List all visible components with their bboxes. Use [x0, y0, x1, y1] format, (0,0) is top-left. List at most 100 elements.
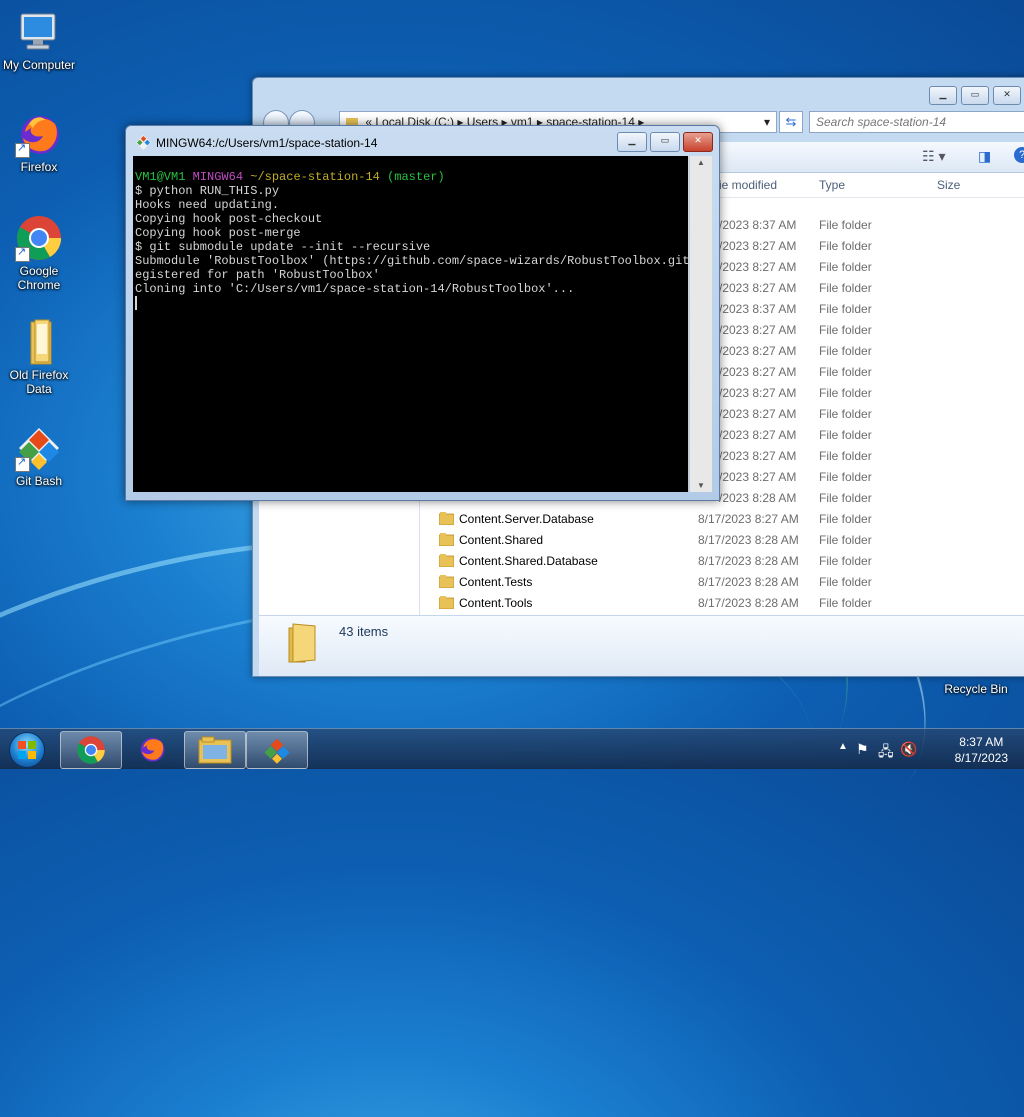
firefox-icon — [140, 737, 165, 762]
terminal-window[interactable]: MINGW64:/c/Users/vm1/space-station-14 ▁ … — [125, 125, 720, 501]
table-row[interactable]: Content.Tests 8/17/2023 8:28 AM File folde… — [419, 572, 1024, 593]
terminal-line: Submodule 'RobustToolbox' (https://githu… — [135, 254, 712, 268]
folder-icon — [15, 318, 63, 366]
folder-icon — [198, 736, 232, 764]
git-bash-icon — [264, 738, 290, 764]
close-button[interactable]: ✕ — [993, 86, 1021, 105]
minimize-button[interactable]: ▁ — [617, 132, 647, 152]
file-date: /2023 8:27 AM — [719, 260, 797, 274]
file-date: /2023 8:27 AM — [719, 365, 797, 379]
start-button[interactable] — [4, 729, 50, 769]
computer-icon — [15, 8, 63, 56]
preview-pane-icon[interactable]: ◨ — [978, 148, 991, 165]
desktop-icon-label: Google Chrome — [17, 264, 61, 292]
file-name: Content.Shared — [459, 533, 544, 547]
terminal-line: egistered for path 'RobustToolbox' — [135, 268, 380, 282]
column-header-type[interactable]: Type — [819, 178, 845, 192]
terminal-output[interactable]: VM1@VM1 MINGW64 ~/space-station-14 (mast… — [133, 156, 712, 492]
taskbar-firefox-button[interactable] — [122, 731, 182, 767]
status-bar: 43 items — [259, 615, 1024, 676]
view-options-icon[interactable]: ☷ ▾ — [922, 148, 945, 165]
help-icon[interactable]: ? — [1014, 147, 1024, 163]
terminal-line: Copying hook post-merge — [135, 226, 301, 240]
file-date: /2023 8:27 AM — [719, 281, 797, 295]
file-type: File folder — [819, 491, 872, 505]
file-type: File folder — [819, 449, 872, 463]
desktop-icon-my-computer[interactable]: My Computer — [1, 8, 77, 72]
window-title: MINGW64:/c/Users/vm1/space-station-14 — [156, 136, 378, 150]
desktop-icon-label: Firefox — [20, 160, 58, 174]
table-row[interactable]: Content.Server.Database 8/17/2023 8:27 AM… — [419, 509, 1024, 530]
table-row[interactable]: Content.Shared.Database 8/17/2023 8:28 AM… — [419, 551, 1024, 572]
file-name: Content.Shared.Database — [459, 554, 598, 568]
desktop-icon-old-firefox-data[interactable]: Old Firefox Data — [1, 318, 77, 396]
file-date: 8/17/2023 8:28 AM — [698, 575, 799, 589]
file-date: 8/17/2023 8:27 AM — [698, 512, 799, 526]
scroll-up-icon[interactable]: ▲ — [690, 158, 712, 167]
folder-icon — [438, 512, 455, 526]
terminal-line: $ git submodule update --init --recursiv… — [135, 240, 431, 254]
desktop-icon-firefox[interactable]: Firefox — [1, 110, 77, 174]
refresh-icon[interactable]: ⇆ — [779, 111, 803, 133]
windows-logo-icon — [9, 732, 45, 768]
file-type: File folder — [819, 596, 872, 610]
taskbar-git-bash-button[interactable] — [246, 731, 308, 769]
file-type: File folder — [819, 260, 872, 274]
file-date: 8/17/2023 8:28 AM — [698, 596, 799, 610]
file-type: File folder — [819, 554, 872, 568]
file-date: /2023 8:27 AM — [719, 407, 797, 421]
desktop-icon-git-bash[interactable]: Git Bash — [1, 424, 77, 488]
file-name: Content.Server.Database — [459, 512, 594, 526]
desktop-icon-label: Git Bash — [15, 474, 63, 488]
file-date: /2023 8:28 AM — [719, 491, 797, 505]
clock[interactable]: 8:37 AM 8/17/2023 — [955, 734, 1008, 766]
column-header-date[interactable]: ie modified — [719, 178, 777, 192]
show-hidden-icons-icon[interactable]: ▲ — [838, 741, 848, 752]
file-type: File folder — [819, 239, 872, 253]
desktop-icon-label: Recycle Bin — [944, 682, 1008, 696]
volume-muted-icon[interactable]: 🔇 — [900, 741, 917, 758]
maximize-button[interactable]: ▭ — [961, 86, 989, 105]
file-type: File folder — [819, 533, 872, 547]
table-row[interactable]: Content.Tools 8/17/2023 8:28 AM File folde… — [419, 593, 1024, 614]
table-row[interactable]: Content.Shared 8/17/2023 8:28 AM File fold… — [419, 530, 1024, 551]
firefox-icon — [15, 110, 63, 158]
file-date: /2023 8:27 AM — [719, 239, 797, 253]
desktop-icon-label: Old Firefox Data — [9, 368, 69, 396]
close-button[interactable]: ✕ — [683, 132, 713, 152]
git-bash-icon — [15, 424, 63, 472]
taskbar-explorer-button[interactable] — [184, 731, 246, 769]
taskbar-chrome-button[interactable] — [60, 731, 122, 769]
scroll-down-icon[interactable]: ▼ — [690, 481, 712, 490]
clock-date: 8/17/2023 — [954, 751, 1008, 765]
clock-time: 8:37 AM — [959, 735, 1004, 749]
terminal-line: Hooks need updating. — [135, 198, 280, 212]
minimize-button[interactable]: ▁ — [929, 86, 957, 105]
maximize-button[interactable]: ▭ — [650, 132, 680, 152]
folder-icon — [438, 533, 455, 547]
network-icon[interactable]: 🖧 — [878, 741, 894, 765]
shortcut-arrow-icon — [15, 455, 30, 472]
shortcut-arrow-icon — [15, 245, 30, 262]
file-date: /2023 8:27 AM — [719, 344, 797, 358]
chrome-icon — [15, 214, 63, 262]
action-center-icon[interactable]: ⚑ — [856, 741, 869, 758]
file-type: File folder — [819, 407, 872, 421]
search-input[interactable]: Search space-station-14 — [809, 111, 1024, 133]
file-date: /2023 8:37 AM — [719, 302, 797, 316]
terminal-line: Cloning into 'C:/Users/vm1/space-station… — [135, 282, 575, 296]
desktop-icon-recycle-bin[interactable]: Recycle Bin — [938, 682, 1014, 696]
file-type: File folder — [819, 302, 872, 316]
folder-icon — [288, 623, 316, 663]
column-header-size[interactable]: Size — [937, 178, 960, 192]
desktop-icon-google-chrome[interactable]: Google Chrome — [1, 214, 77, 292]
chevron-down-icon[interactable]: ▾ — [764, 112, 770, 132]
file-type: File folder — [819, 323, 872, 337]
taskbar: ▲ ⚑ 🖧 🔇 8:37 AM 8/17/2023 — [0, 728, 1024, 769]
text-cursor — [135, 296, 137, 310]
folder-icon — [438, 554, 455, 568]
file-type: File folder — [819, 470, 872, 484]
file-date: /2023 8:27 AM — [719, 449, 797, 463]
file-type: File folder — [819, 575, 872, 589]
terminal-scrollbar[interactable]: ▲ ▼ — [689, 156, 712, 492]
